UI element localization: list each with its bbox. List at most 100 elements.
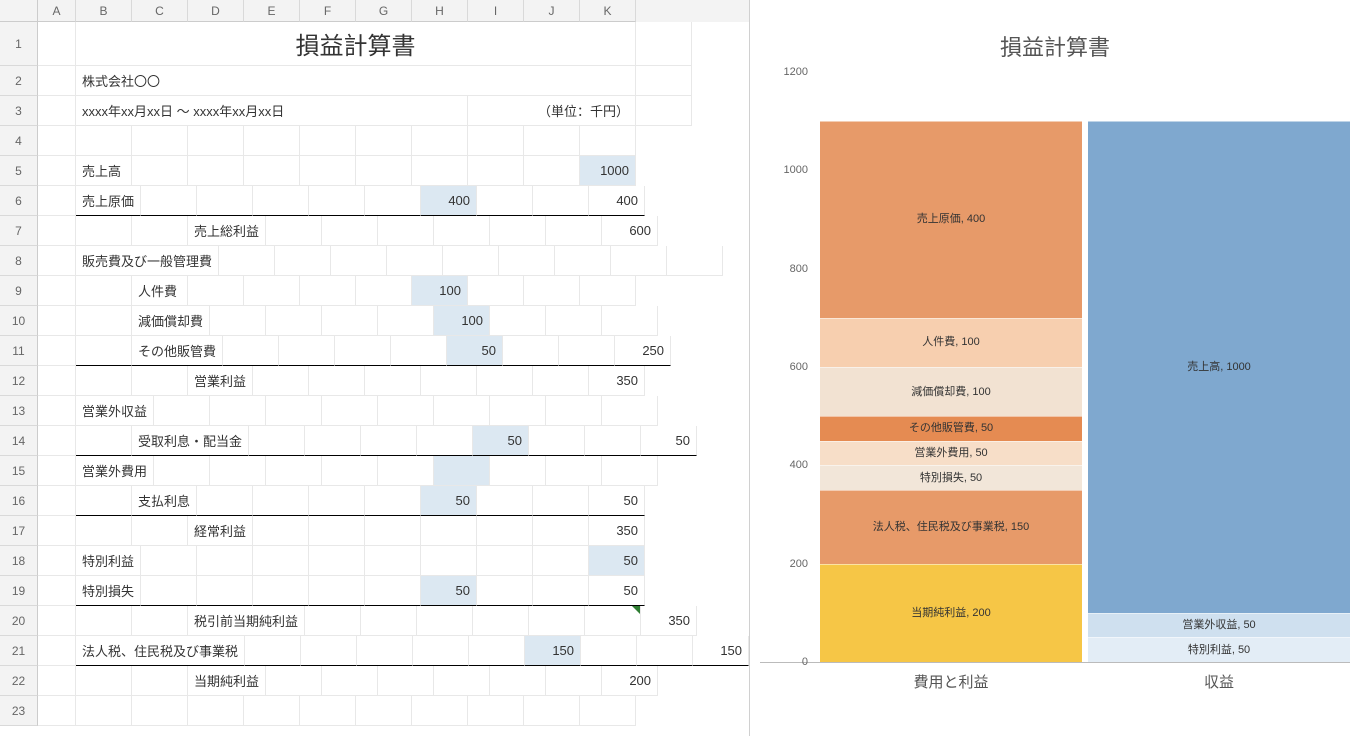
cell[interactable] [361, 426, 417, 456]
row-header-20[interactable]: 20 [0, 606, 38, 636]
cell[interactable] [585, 606, 641, 636]
cell[interactable] [490, 396, 546, 426]
cell[interactable] [219, 246, 275, 276]
cell[interactable] [76, 126, 132, 156]
col-header-K[interactable]: K [580, 0, 636, 22]
cell[interactable] [365, 186, 421, 216]
cell[interactable] [188, 126, 244, 156]
cell[interactable] [490, 306, 546, 336]
cell[interactable] [305, 606, 361, 636]
cell[interactable] [378, 666, 434, 696]
cell[interactable] [477, 546, 533, 576]
cell[interactable] [477, 186, 533, 216]
cell[interactable] [365, 576, 421, 606]
cell[interactable] [417, 606, 473, 636]
cell[interactable] [559, 336, 615, 366]
cell[interactable] [38, 606, 76, 636]
col-header-B[interactable]: B [76, 0, 132, 22]
row-header-7[interactable]: 7 [0, 216, 38, 246]
cell[interactable] [555, 246, 611, 276]
row-header-5[interactable]: 5 [0, 156, 38, 186]
cell[interactable]: 当期純利益 [188, 666, 266, 696]
cell[interactable] [434, 216, 490, 246]
cell[interactable] [473, 606, 529, 636]
cell[interactable] [434, 456, 490, 486]
cell[interactable]: 支払利息 [132, 486, 197, 516]
row-header-18[interactable]: 18 [0, 546, 38, 576]
cell[interactable] [378, 456, 434, 486]
cell[interactable] [529, 426, 585, 456]
cell[interactable] [141, 576, 197, 606]
cell[interactable] [580, 126, 636, 156]
cell[interactable]: 経常利益 [188, 516, 253, 546]
cell[interactable] [188, 276, 244, 306]
cell[interactable] [245, 636, 301, 666]
cell[interactable] [76, 426, 132, 456]
cell[interactable] [356, 126, 412, 156]
cell[interactable] [253, 516, 309, 546]
cell[interactable] [309, 546, 365, 576]
cell[interactable] [546, 216, 602, 246]
cell[interactable] [253, 576, 309, 606]
cell[interactable] [533, 576, 589, 606]
cell[interactable] [38, 696, 76, 726]
cell[interactable] [253, 366, 309, 396]
cell[interactable] [417, 426, 473, 456]
cell[interactable]: 受取利息・配当金 [132, 426, 249, 456]
cell[interactable] [132, 666, 188, 696]
cell[interactable] [132, 696, 188, 726]
cell[interactable] [322, 306, 378, 336]
cell[interactable]: 100 [412, 276, 468, 306]
col-header-F[interactable]: F [300, 0, 356, 22]
cell[interactable] [357, 636, 413, 666]
cell[interactable]: 50 [421, 486, 477, 516]
worksheet-grid[interactable]: ABCDEFGHIJK 1 損益計算書 2 株式会社〇〇 3 xxxx年xx月x… [0, 0, 750, 736]
cell[interactable] [76, 666, 132, 696]
cell[interactable] [197, 486, 253, 516]
period[interactable]: xxxx年xx月xx日 〜 xxxx年xx月xx日 [76, 96, 468, 126]
cell[interactable]: 営業外収益 [76, 396, 154, 426]
cell[interactable] [667, 246, 723, 276]
cell[interactable] [412, 126, 468, 156]
row-header-13[interactable]: 13 [0, 396, 38, 426]
cell[interactable]: 法人税、住民税及び事業税 [76, 636, 245, 666]
cell[interactable] [132, 366, 188, 396]
cell[interactable]: 150 [693, 636, 749, 666]
cell[interactable] [322, 216, 378, 246]
cell[interactable] [38, 576, 76, 606]
cell[interactable] [413, 636, 469, 666]
col-header-J[interactable]: J [524, 0, 580, 22]
cell[interactable] [253, 486, 309, 516]
cell[interactable] [76, 366, 132, 396]
cell[interactable] [309, 186, 365, 216]
cell[interactable]: 税引前当期純利益 [188, 606, 305, 636]
cell[interactable] [322, 396, 378, 426]
cell[interactable] [335, 336, 391, 366]
cell[interactable]: 600 [602, 216, 658, 246]
cell[interactable] [356, 276, 412, 306]
cell[interactable] [529, 606, 585, 636]
cell[interactable] [477, 366, 533, 396]
cell[interactable] [421, 366, 477, 396]
cell[interactable]: 100 [434, 306, 490, 336]
col-header-A[interactable]: A [38, 0, 76, 22]
cell[interactable] [38, 396, 76, 426]
cell[interactable] [443, 246, 499, 276]
cell[interactable] [266, 216, 322, 246]
cell[interactable] [434, 396, 490, 426]
row-header-14[interactable]: 14 [0, 426, 38, 456]
cell[interactable] [585, 426, 641, 456]
col-header-E[interactable]: E [244, 0, 300, 22]
cell[interactable] [533, 486, 589, 516]
cell[interactable]: 350 [641, 606, 697, 636]
cell[interactable] [223, 336, 279, 366]
cell[interactable]: 200 [602, 666, 658, 696]
cell[interactable] [38, 426, 76, 456]
cell[interactable]: 減価償却費 [132, 306, 210, 336]
cell[interactable] [132, 606, 188, 636]
embedded-chart[interactable]: 損益計算書 020040060080010001200 当期純利益, 200法人… [750, 0, 1360, 736]
cell[interactable] [244, 156, 300, 186]
row-header-16[interactable]: 16 [0, 486, 38, 516]
cell[interactable] [38, 636, 76, 666]
cell[interactable] [154, 396, 210, 426]
